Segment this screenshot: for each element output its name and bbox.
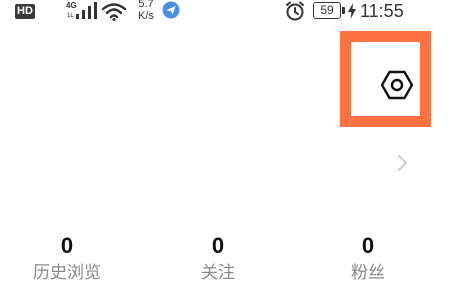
- stat-following-label: 关注: [201, 263, 235, 283]
- network-speed: 5.7 K/s: [131, 0, 161, 22]
- hd-badge: HD: [15, 4, 35, 19]
- stat-history[interactable]: 0 历史浏览: [12, 232, 122, 284]
- chevron-right-icon[interactable]: [396, 153, 410, 173]
- stat-history-count: 0: [60, 233, 74, 258]
- battery-icon: 59: [313, 2, 345, 20]
- network-speed-value: 5.7: [138, 0, 154, 10]
- signal-icon: [76, 2, 97, 19]
- profile-screen: HD 4G 1L 5.7 K/s 59 11:55 0 历史浏览 0 关注 0 …: [0, 0, 453, 296]
- battery-tip: [342, 7, 345, 14]
- network-sub-label: 1L: [67, 13, 74, 19]
- status-bar: HD 4G 1L 5.7 K/s 59 11:55: [0, 0, 453, 26]
- status-time: 11:55: [360, 1, 404, 21]
- network-speed-unit: K/s: [138, 10, 154, 22]
- settings-hexagon-icon[interactable]: [381, 69, 413, 101]
- wifi-icon: [101, 3, 127, 21]
- app-notification-icon: [162, 1, 180, 19]
- stat-followers[interactable]: 0 粉丝: [313, 232, 423, 284]
- stat-following-count: 0: [211, 233, 225, 258]
- stats-row: 0 历史浏览 0 关注 0 粉丝: [0, 232, 453, 296]
- stat-followers-label: 粉丝: [351, 263, 385, 283]
- stat-followers-count: 0: [361, 233, 375, 258]
- stat-following[interactable]: 0 关注: [163, 232, 273, 284]
- battery-level: 59: [320, 3, 334, 17]
- charging-icon: [348, 3, 356, 19]
- alarm-icon: [286, 1, 304, 21]
- stat-history-label: 历史浏览: [33, 263, 101, 283]
- settings-highlight-box: [340, 31, 431, 127]
